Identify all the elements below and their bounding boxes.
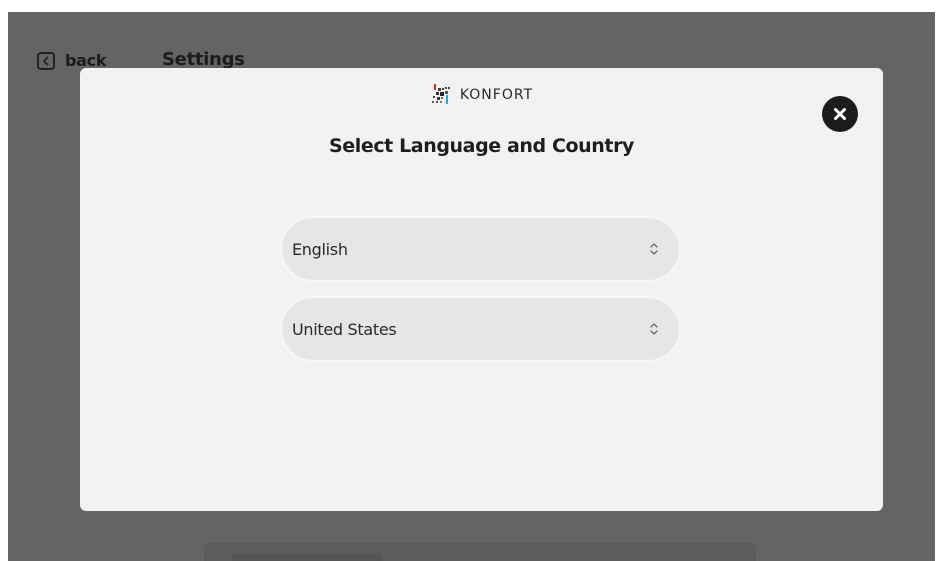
page-title: Settings	[162, 49, 245, 70]
country-select[interactable]: United States	[280, 296, 681, 362]
close-button[interactable]	[822, 96, 858, 132]
konfort-logo-icon	[431, 84, 450, 104]
app-screen: back Settings KONFORT Select Language an…	[8, 12, 935, 561]
brand: KONFORT	[80, 82, 883, 106]
language-country-dialog: KONFORT Select Language and Country Engl…	[80, 68, 883, 511]
close-icon	[834, 108, 846, 120]
language-select[interactable]: English	[280, 216, 681, 282]
language-select-value: English	[292, 239, 348, 259]
up-down-chevron-icon	[650, 323, 658, 335]
background-card	[204, 543, 756, 561]
brand-name: KONFORT	[459, 87, 534, 103]
chevron-left-icon	[37, 51, 55, 70]
up-down-chevron-icon	[650, 243, 658, 255]
dialog-title: Select Language and Country	[328, 135, 635, 157]
background-card-text	[232, 553, 382, 561]
country-select-value: United States	[292, 319, 397, 339]
